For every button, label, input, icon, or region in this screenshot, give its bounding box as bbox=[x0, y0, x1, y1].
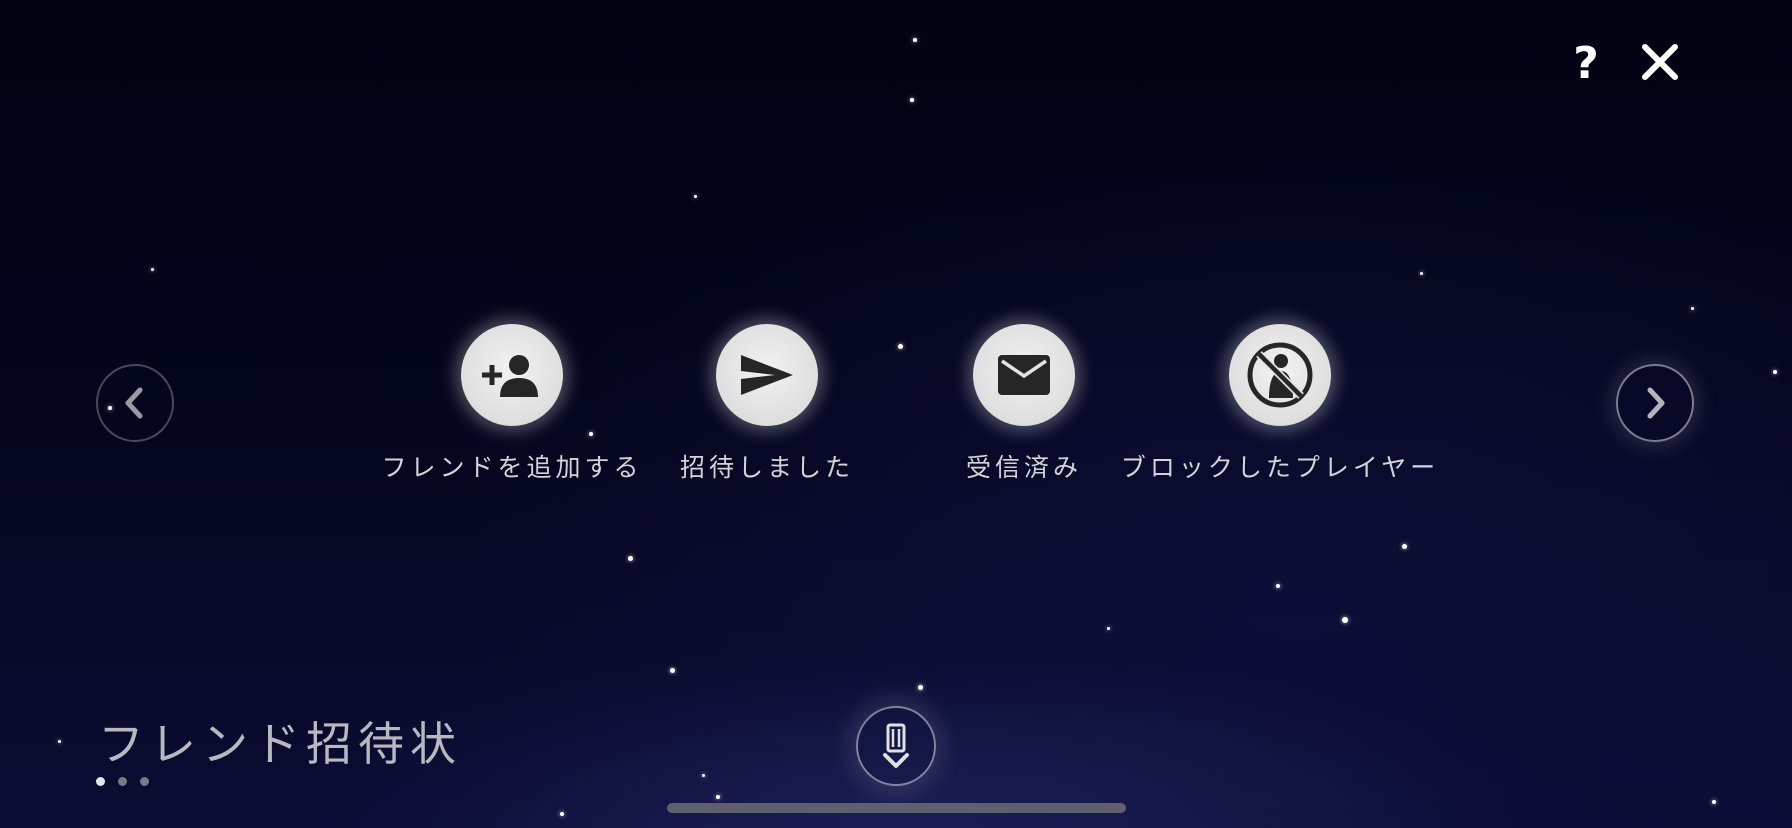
page-dot-3 bbox=[140, 777, 149, 786]
envelope-icon bbox=[998, 355, 1050, 395]
invited-label: 招待しました bbox=[679, 453, 854, 482]
page-title: フレンド招待状 bbox=[98, 717, 462, 771]
paper-plane-icon bbox=[741, 355, 793, 395]
page-dot-1 bbox=[96, 777, 105, 786]
blocked-players-button[interactable]: ブロックしたプレイヤー bbox=[1120, 324, 1440, 484]
add-person-icon bbox=[482, 355, 538, 397]
next-page-button[interactable] bbox=[1616, 364, 1694, 442]
chevron-right-icon bbox=[1647, 387, 1665, 419]
help-icon: ? bbox=[1573, 38, 1599, 86]
blocked-person-icon bbox=[1247, 342, 1313, 408]
close-icon bbox=[1642, 44, 1678, 80]
help-button[interactable]: ? bbox=[1558, 34, 1614, 90]
blocked-players-label: ブロックしたプレイヤー bbox=[1120, 453, 1440, 482]
home-indicator-bar[interactable] bbox=[667, 803, 1126, 813]
close-button[interactable] bbox=[1632, 34, 1688, 90]
previous-page-button[interactable] bbox=[96, 364, 174, 442]
chevron-left-icon bbox=[125, 387, 143, 419]
candle-down-icon bbox=[883, 723, 909, 768]
svg-text:?: ? bbox=[1573, 38, 1599, 86]
blocked-players-icon-circle bbox=[1229, 324, 1331, 426]
received-icon-circle bbox=[973, 324, 1075, 426]
page-indicator bbox=[96, 777, 149, 786]
add-friend-icon-circle bbox=[461, 324, 563, 426]
bottom-menu-button[interactable] bbox=[856, 706, 936, 786]
add-friend-label: フレンドを追加する bbox=[381, 453, 643, 482]
page-dot-2 bbox=[118, 777, 127, 786]
invited-icon-circle bbox=[716, 324, 818, 426]
received-label: 受信済み bbox=[965, 453, 1082, 482]
